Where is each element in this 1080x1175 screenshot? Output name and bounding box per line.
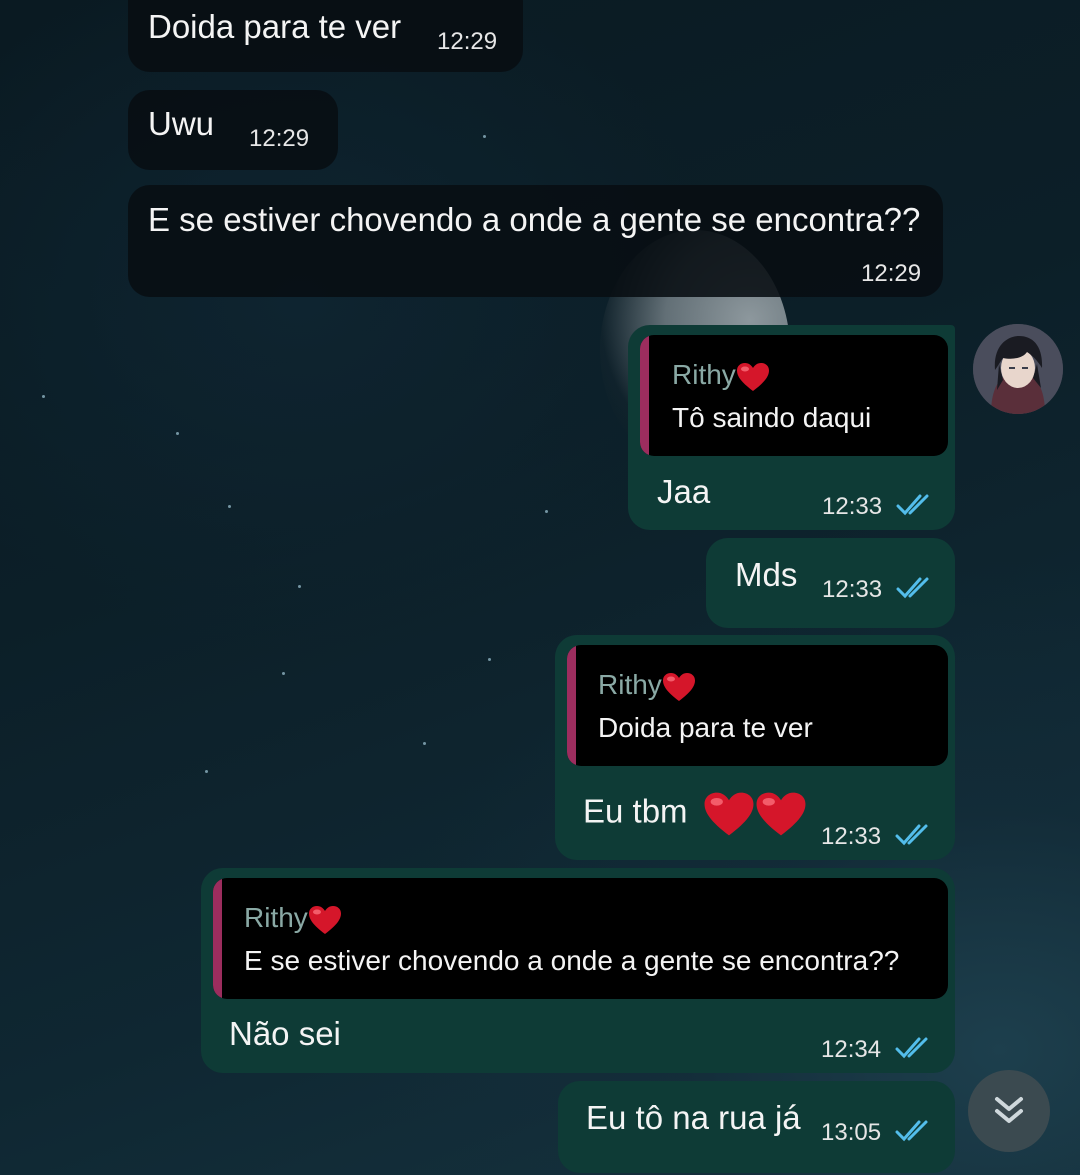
message-text: Jaa (657, 473, 711, 510)
wallpaper-star (488, 658, 491, 661)
wallpaper-star (545, 510, 548, 513)
outgoing-message[interactable]: Mds 12:33 (706, 538, 955, 628)
quote-accent-bar (567, 645, 576, 766)
quote-author: Rithy (672, 359, 770, 392)
wallpaper-star (176, 432, 179, 435)
heart-icon (308, 905, 341, 934)
double-check-icon (896, 494, 929, 516)
message-text: Não sei (229, 1015, 341, 1052)
message-text: Doida para te ver (148, 8, 402, 45)
message-text-content: Eu tbm (583, 792, 688, 830)
message-text: Mds (735, 556, 798, 593)
message-time: 12:29 (437, 28, 498, 55)
message-time: 12:33 (821, 823, 882, 850)
message-text: Eu tô na rua já (586, 1099, 801, 1136)
message-time: 13:05 (821, 1119, 882, 1146)
message-time: 12:29 (861, 260, 922, 287)
message-time: 12:33 (822, 576, 883, 603)
scroll-to-bottom-button[interactable] (968, 1070, 1050, 1152)
reply-quote[interactable]: Rithy Doida para te ver (567, 645, 948, 766)
wallpaper-star (298, 585, 301, 588)
message-text: Eu tbm (583, 791, 807, 837)
quote-author: Rithy (598, 669, 696, 702)
heart-icon (736, 362, 769, 391)
heart-emoji (756, 792, 806, 836)
reply-quote[interactable]: Rithy E se estiver chovendo a onde a gen… (213, 878, 948, 999)
heart-emoji (704, 792, 754, 836)
message-time: 12:29 (249, 125, 310, 152)
quote-text: Doida para te ver (598, 712, 813, 743)
outgoing-message[interactable]: Rithy Doida para te ver Eu tbm 12:33 (555, 635, 955, 860)
reply-quote[interactable]: Rithy Tô saindo daqui (640, 335, 948, 456)
quote-author: Rithy (244, 902, 342, 935)
incoming-message[interactable]: Doida para te ver 12:29 (128, 0, 523, 72)
wallpaper-star (282, 672, 285, 675)
double-chevron-down-icon (995, 1097, 1023, 1123)
outgoing-message[interactable]: Eu tô na rua já 13:05 (558, 1081, 955, 1173)
quote-accent-bar (640, 335, 649, 456)
contact-avatar[interactable] (973, 324, 1063, 414)
outgoing-message[interactable]: Rithy Tô saindo daqui Jaa 12:33 (628, 325, 955, 530)
quote-text: E se estiver chovendo a onde a gente se … (244, 945, 900, 976)
quote-accent-bar (213, 878, 222, 999)
message-text: E se estiver chovendo a onde a gente se … (148, 201, 921, 238)
wallpaper-star (205, 770, 208, 773)
double-check-icon (895, 824, 928, 846)
incoming-message[interactable]: Uwu 12:29 (128, 90, 338, 170)
avatar-image (973, 324, 1063, 414)
wallpaper-star (228, 505, 231, 508)
message-time: 12:34 (821, 1036, 882, 1063)
double-check-icon (896, 577, 929, 599)
quote-text: Tô saindo daqui (672, 402, 872, 433)
double-check-icon (895, 1037, 928, 1059)
heart-icon (662, 672, 695, 701)
message-text: Uwu (148, 105, 215, 142)
wallpaper-star (42, 395, 45, 398)
incoming-message[interactable]: E se estiver chovendo a onde a gente se … (128, 185, 943, 297)
outgoing-message[interactable]: Rithy E se estiver chovendo a onde a gen… (201, 868, 955, 1073)
wallpaper-star (483, 135, 486, 138)
double-check-icon (895, 1120, 928, 1142)
wallpaper-star (423, 742, 426, 745)
message-time: 12:33 (822, 493, 883, 520)
